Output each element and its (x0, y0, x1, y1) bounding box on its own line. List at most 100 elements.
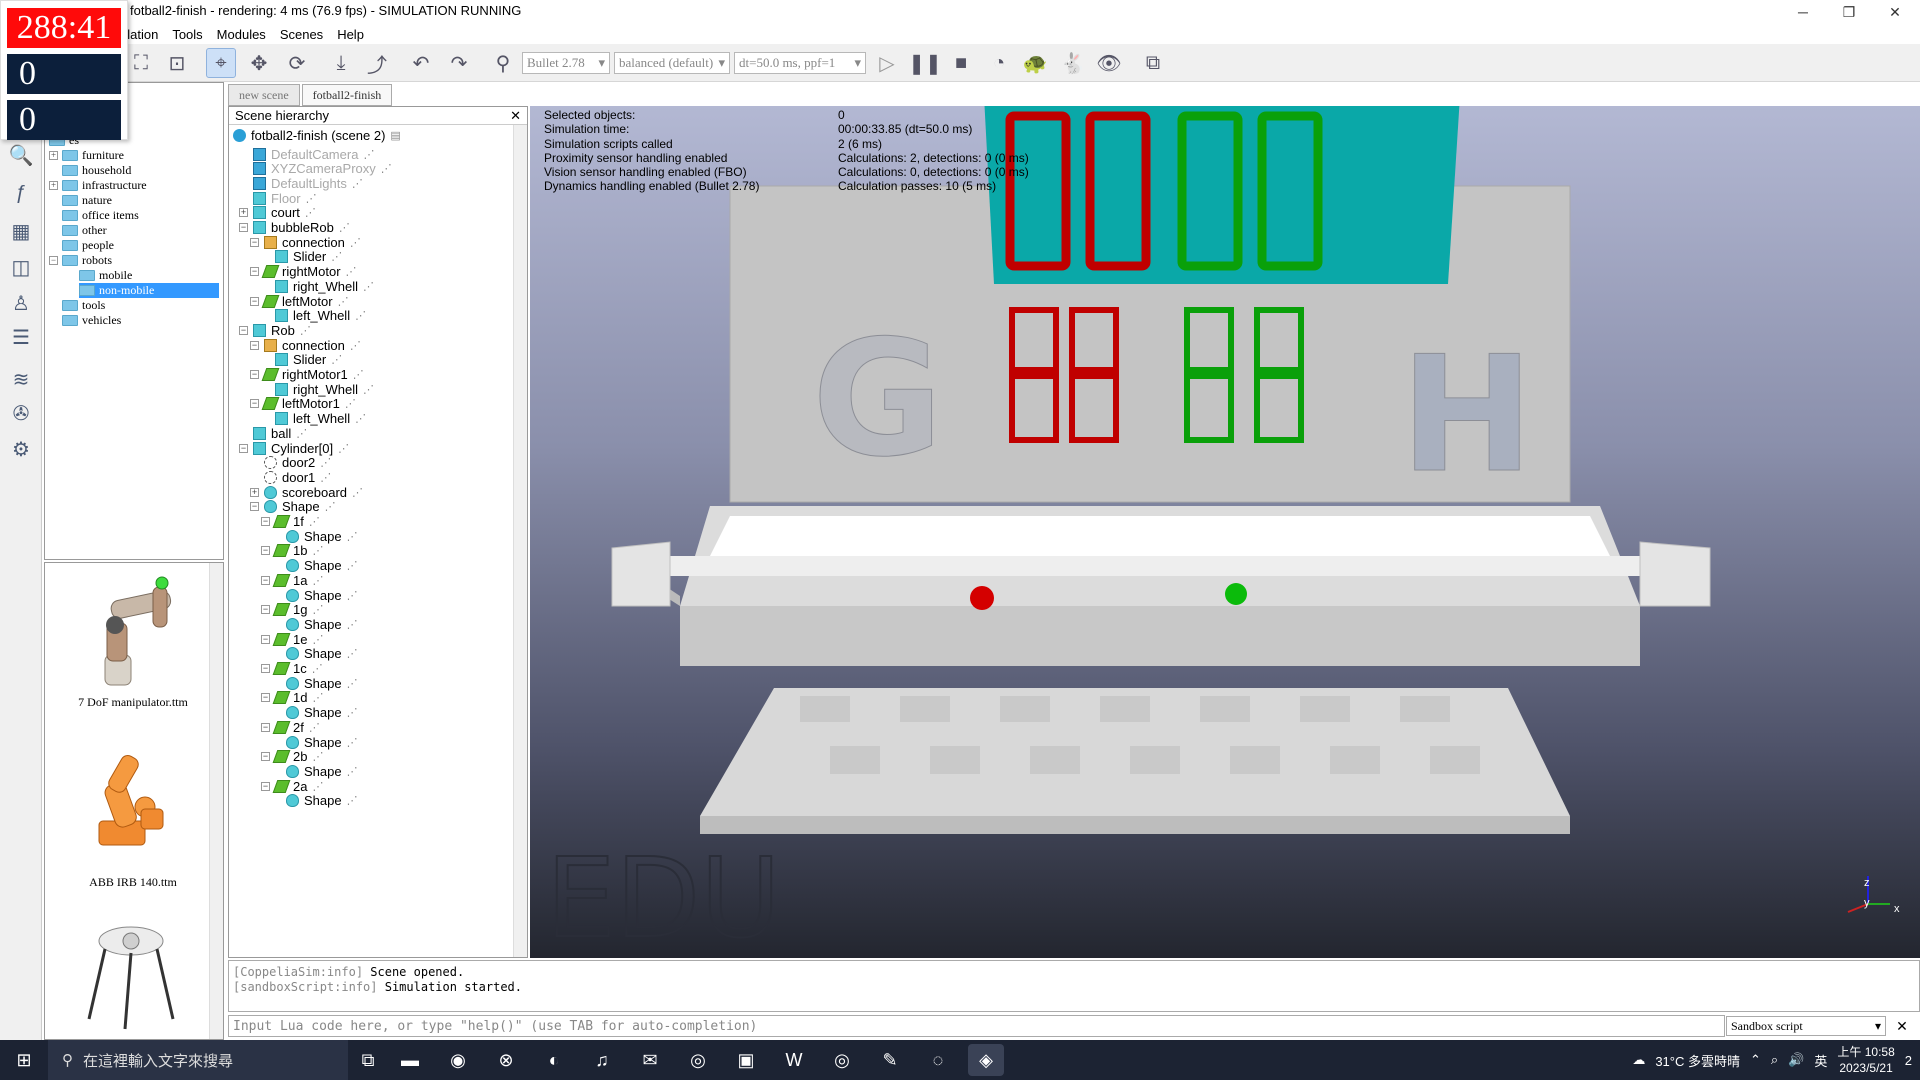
expand-toggle-icon[interactable]: − (261, 781, 270, 791)
edge-icon[interactable]: ◐ (536, 1044, 572, 1076)
stop-icon[interactable]: ■ (946, 48, 976, 78)
expand-toggle-icon[interactable]: − (261, 605, 270, 615)
list-icon[interactable]: ☰ (6, 322, 36, 352)
active-app-icon[interactable]: ◈ (968, 1044, 1004, 1076)
coppeliasim-icon[interactable]: ✎ (872, 1044, 908, 1076)
timestep-select[interactable]: dt=50.0 ms, ppf=1 ▾ (734, 52, 866, 74)
tab-fotball2-finish[interactable]: fotball2-finish (301, 84, 393, 106)
expand-toggle-icon[interactable]: − (261, 517, 270, 526)
expand-toggle-icon[interactable]: − (250, 502, 259, 512)
model-folder[interactable]: furniture (82, 148, 124, 163)
zoom-icon[interactable]: 🔍 (6, 140, 36, 170)
close-icon[interactable]: ✕ (1892, 1016, 1912, 1036)
minimize-button[interactable]: ─ (1780, 0, 1826, 24)
menu-scenes[interactable]: Scenes (280, 27, 323, 42)
file-explorer-icon[interactable]: ▬ (392, 1044, 428, 1076)
expand-toggle-icon[interactable]: − (239, 223, 248, 232)
expand-toggle-icon[interactable]: − (261, 634, 270, 644)
restore-button[interactable]: ❐ (1826, 0, 1872, 24)
expand-toggle-icon[interactable]: + (239, 208, 248, 218)
object-shift-icon[interactable]: ✥ (244, 48, 274, 78)
dynamics-icon[interactable]: ⚲ (488, 48, 518, 78)
chrome-profile-icon[interactable]: ◎ (824, 1044, 860, 1076)
menu-help[interactable]: Help (337, 27, 364, 42)
path-edit-icon[interactable]: ⤴ (362, 48, 392, 78)
realtime-icon[interactable]: ◔ (984, 48, 1014, 78)
model-folder[interactable]: nature (82, 193, 112, 208)
model-folder[interactable]: other (82, 223, 107, 238)
camera-app-icon[interactable]: ◉ (440, 1044, 476, 1076)
model-folder-selected[interactable]: non-mobile (99, 283, 154, 298)
scene-viewport[interactable]: G H EDU z y x Selected objects: Simulati… (530, 106, 1920, 958)
layers-icon[interactable]: ≋ (6, 364, 36, 394)
clock[interactable]: 上午 10:58 2023/5/21 (1837, 1044, 1894, 1076)
scene-root[interactable]: fotball2-finish (scene 2) ▤ (233, 126, 401, 144)
task-view-icon[interactable]: ⧉ (350, 1044, 386, 1076)
faster-rabbit-icon[interactable]: 🐇 (1058, 48, 1088, 78)
page-selector-icon[interactable]: ⧉ (1138, 48, 1168, 78)
spotify-icon[interactable]: ♫ (584, 1044, 620, 1076)
script-select[interactable]: Sandbox script ▾ (1726, 1016, 1886, 1036)
chrome-icon[interactable]: ◎ (680, 1044, 716, 1076)
tab-new-scene[interactable]: new scene (228, 84, 300, 106)
expand-toggle-icon[interactable]: − (261, 575, 270, 585)
accuracy-select[interactable]: balanced (default) ▾ (614, 52, 730, 74)
volume-icon[interactable]: 🔊 (1788, 1052, 1804, 1068)
lua-command-input[interactable]: Input Lua code here, or type "help()" (u… (228, 1015, 1725, 1037)
menu-tools[interactable]: Tools (172, 27, 202, 42)
expand-toggle-icon[interactable]: + (250, 487, 259, 497)
ime-indicator[interactable]: 英 (1814, 1051, 1827, 1070)
play-icon[interactable]: ▷ (872, 48, 902, 78)
expand-toggle-icon[interactable]: − (261, 664, 270, 673)
xbox-icon[interactable]: ⊗ (488, 1044, 524, 1076)
close-button[interactable]: ✕ (1872, 0, 1918, 24)
settings-gear-icon[interactable]: ⚙ (6, 434, 36, 464)
line-icon[interactable]: ✉ (632, 1044, 668, 1076)
camera-zoom-icon[interactable]: ⊡ (162, 48, 192, 78)
redo-icon[interactable]: ↷ (444, 48, 474, 78)
tray-chevron-icon[interactable]: ⌃ (1750, 1052, 1761, 1068)
camera-fit-icon[interactable]: ⛶ (126, 48, 156, 78)
expand-toggle-icon[interactable]: − (250, 370, 259, 379)
hierarchy-scrollbar[interactable] (513, 125, 527, 957)
expand-toggle-icon[interactable]: − (250, 237, 259, 247)
expand-toggle-icon[interactable]: − (261, 722, 270, 732)
expand-toggle-icon[interactable]: − (250, 399, 259, 409)
film-reel-icon[interactable]: ✇ (6, 398, 36, 428)
collapse-icon[interactable]: − (49, 256, 58, 265)
function-icon[interactable]: ƒ (6, 178, 36, 208)
taskbar-search[interactable]: ⚲ 在這裡輸入文字來搜尋 (48, 1040, 348, 1080)
undo-icon[interactable]: ↶ (406, 48, 436, 78)
hierarchy-row[interactable]: Shape ⋰ (272, 792, 358, 810)
fingerprint-icon[interactable]: ◌ (920, 1044, 956, 1076)
visualization-eye-icon[interactable]: 👁 (1094, 48, 1124, 78)
expand-toggle-icon[interactable]: − (261, 752, 270, 762)
model-folder[interactable]: infrastructure (82, 178, 147, 193)
menu-modules[interactable]: Modules (217, 27, 266, 42)
model-folder[interactable]: household (82, 163, 131, 178)
expand-toggle-icon[interactable]: − (250, 340, 259, 350)
network-icon[interactable]: ⌕ (1771, 1052, 1778, 1068)
expand-toggle-icon[interactable]: − (239, 325, 248, 335)
delta-robot-thumbnail[interactable] (65, 919, 195, 1039)
object-select-icon[interactable]: ⌖ (206, 48, 236, 78)
expand-toggle-icon[interactable]: − (261, 546, 270, 556)
model-folder[interactable]: robots (82, 253, 112, 268)
cube-icon[interactable]: ◫ (6, 252, 36, 282)
abb-irb140-thumbnail[interactable] (65, 743, 195, 853)
expand-toggle-icon[interactable]: − (261, 693, 270, 703)
model-folder[interactable]: office items (82, 208, 139, 223)
model-folder[interactable]: tools (82, 298, 105, 313)
object-rotate-icon[interactable]: ⟳ (282, 48, 312, 78)
expand-toggle-icon[interactable]: − (239, 443, 248, 453)
figure-icon[interactable]: ♙ (6, 288, 36, 318)
windows-start-icon[interactable]: ⊞ (6, 1044, 42, 1076)
assembly-icon[interactable]: ⤓ (326, 48, 356, 78)
model-folder[interactable]: people (82, 238, 114, 253)
expand-icon[interactable]: + (49, 151, 58, 160)
expand-toggle-icon[interactable]: − (250, 296, 259, 306)
expand-toggle-icon[interactable]: − (250, 267, 259, 277)
calculator-icon[interactable]: ▦ (6, 216, 36, 246)
manipulator-thumbnail[interactable] (65, 573, 195, 693)
model-folder[interactable]: vehicles (82, 313, 121, 328)
